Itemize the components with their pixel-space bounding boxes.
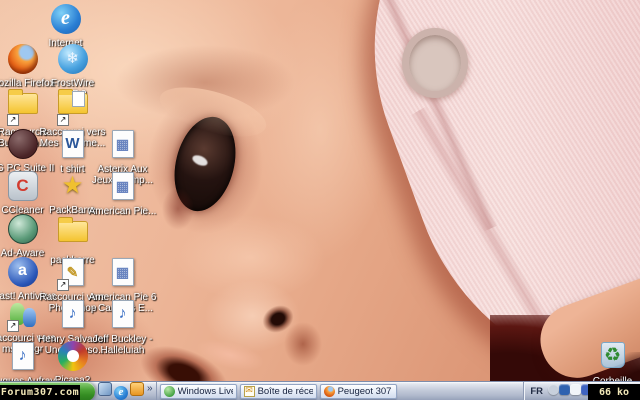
wallpaper-layer (284, 322, 322, 366)
folder-icon (56, 221, 89, 253)
blanket-snap-button (402, 28, 468, 98)
clock-icon[interactable] (548, 384, 559, 395)
watermark-filesize: 66 ko (588, 384, 640, 400)
quicklaunch-overflow-chevron[interactable]: » (146, 383, 156, 400)
picasa-icon (56, 341, 89, 373)
language-indicator[interactable]: FR (530, 386, 546, 397)
internet-explorer-icon: e (49, 4, 82, 36)
quick-launch-bar: e (95, 382, 146, 400)
messenger-icon (164, 386, 175, 397)
task-button-label: Peugeot 307 - V... (338, 386, 393, 397)
desktop-icon-recycle-bin[interactable]: ♻Corbeille (575, 340, 640, 387)
firefox-icon (324, 386, 335, 397)
wallpaper-layer (162, 188, 194, 230)
task-button-label: Windows Live M... (178, 386, 233, 397)
my-documents-icon: ↗ (56, 93, 89, 125)
recycle-bin-icon: ♻ (596, 342, 629, 374)
task-button[interactable]: Boîte de récepti... (240, 384, 317, 399)
task-buttons: Windows Live M... Boîte de récepti... Peug… (156, 382, 524, 400)
desktop-icon-picasa[interactable]: Picasa2 (35, 341, 110, 386)
show-desktop-icon[interactable] (98, 382, 112, 400)
music-file-icon: ♪ (106, 300, 139, 332)
security-shield-icon[interactable] (559, 384, 570, 395)
frostwire-icon: ❄ (56, 44, 89, 76)
video-file-icon: ▦ (106, 130, 139, 162)
watermark-forum307: Forum307.com (0, 385, 80, 400)
video-file-icon: ▦ (106, 258, 139, 290)
shortcut-arrow-icon: ↗ (57, 279, 69, 291)
document-icon[interactable] (570, 384, 581, 395)
outlook-express-icon (244, 386, 255, 397)
shortcut-arrow-icon: ↗ (57, 114, 69, 126)
taskbar: e » Windows Live M... Boîte de récepti...… (0, 381, 640, 400)
app-icon[interactable] (130, 382, 144, 400)
shortcut-arrow-icon: ↗ (7, 114, 19, 126)
desktop-icon-video-file[interactable]: ▦American Pie... (85, 171, 160, 217)
task-button[interactable]: Windows Live M... (160, 384, 237, 399)
task-button[interactable]: Peugeot 307 - V... (320, 384, 397, 399)
task-button-label: Boîte de récepti... (258, 386, 313, 397)
shortcut-arrow-icon: ↗ (7, 320, 19, 332)
desktop: eInternetMozilla Firefox❄FrostWire 4.17.… (0, 0, 640, 400)
video-file-icon: ▦ (106, 172, 139, 204)
internet-explorer-icon[interactable]: e (114, 382, 128, 400)
desktop-icon-internet-explorer[interactable]: eInternet (28, 4, 103, 49)
